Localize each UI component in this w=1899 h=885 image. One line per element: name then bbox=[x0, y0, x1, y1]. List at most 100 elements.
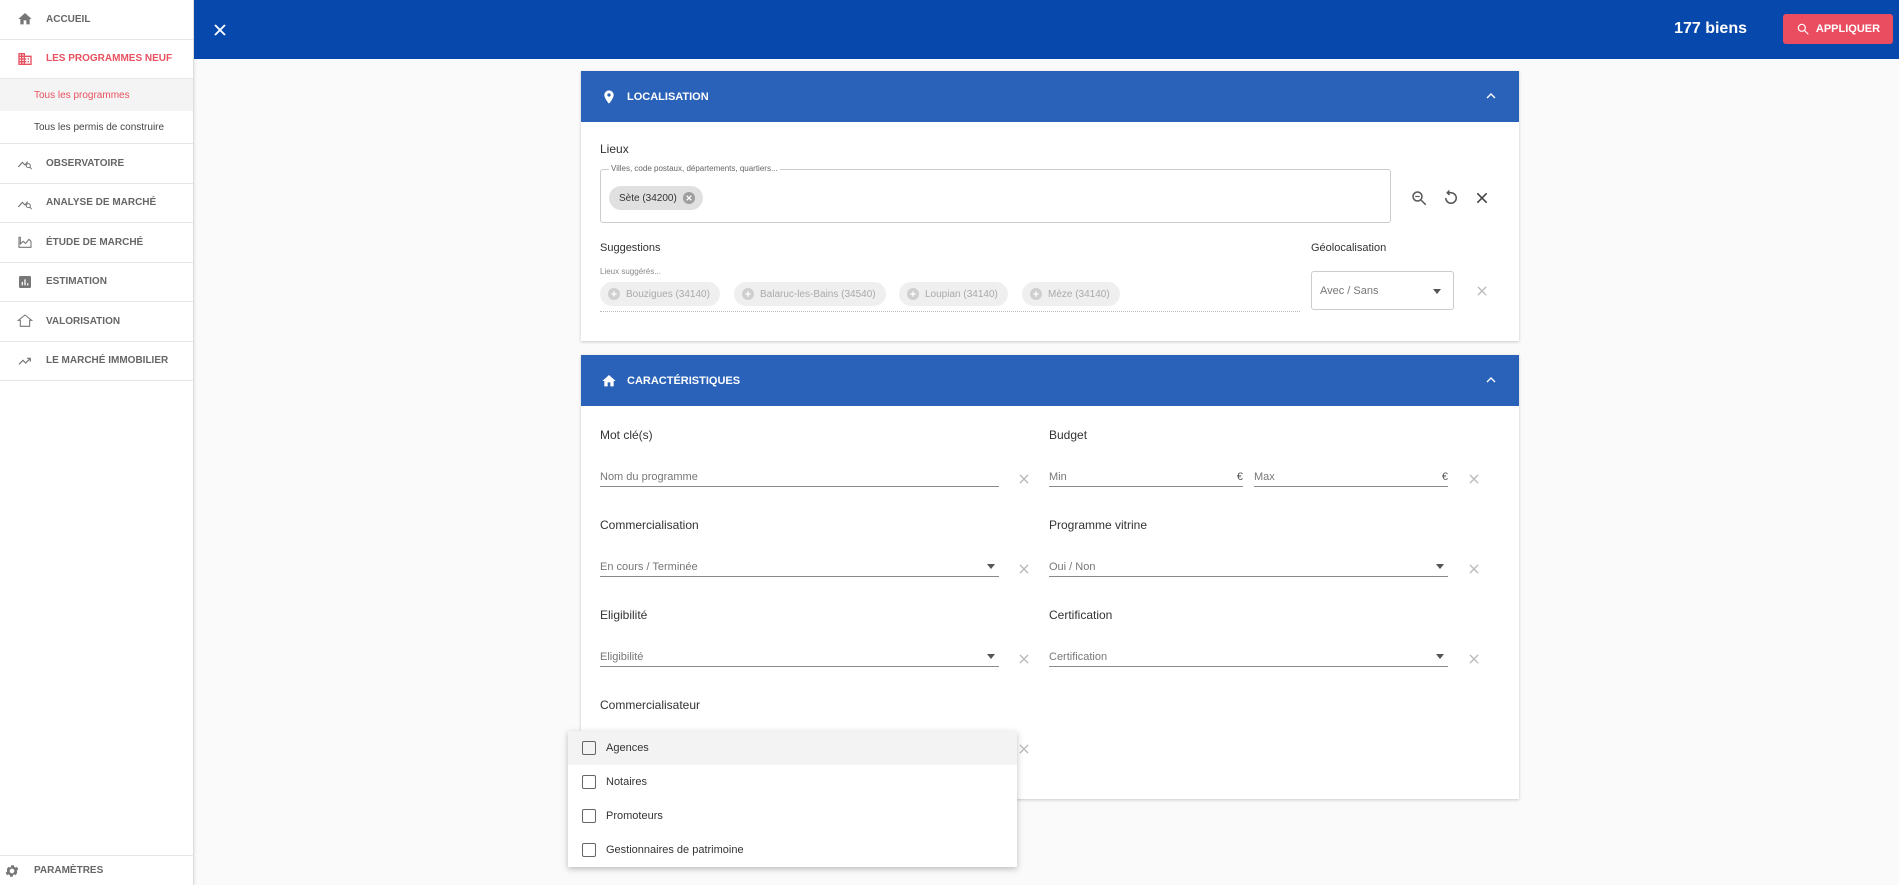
clear-location-icon[interactable] bbox=[1474, 190, 1490, 206]
localisation-title: LOCALISATION bbox=[627, 90, 709, 103]
suggestions-underline bbox=[600, 311, 1300, 312]
option-agences[interactable]: Agences bbox=[568, 731, 1017, 765]
commercialisateur-label: Commercialisateur bbox=[600, 698, 701, 712]
budget-min-placeholder: Min bbox=[1049, 471, 1067, 483]
sidebar-item-marche-immobilier[interactable]: LE MARCHÉ IMMOBILIER bbox=[0, 342, 193, 381]
vitrine-select[interactable]: Oui / Non bbox=[1049, 557, 1448, 577]
building-icon bbox=[16, 50, 34, 68]
sidebar-item-valorisation[interactable]: VALORISATION bbox=[0, 302, 193, 342]
certification-select[interactable]: Certification bbox=[1049, 647, 1448, 667]
chip-label: Mèze (34140) bbox=[1048, 288, 1110, 300]
suggestion-chip[interactable]: Bouzigues (34140) bbox=[600, 282, 720, 306]
chevron-up-icon[interactable] bbox=[1483, 88, 1499, 104]
home-icon bbox=[16, 10, 34, 28]
option-notaires[interactable]: Notaires bbox=[568, 765, 1017, 799]
localisation-header[interactable]: LOCALISATION bbox=[581, 71, 1519, 122]
selected-location-chip[interactable]: Sète (34200) bbox=[609, 186, 703, 210]
eligibilite-value: Eligibilité bbox=[600, 651, 644, 663]
search-refresh-icon bbox=[1796, 22, 1810, 36]
settings-label: PARAMÈTRES bbox=[34, 865, 104, 876]
sidebar-item-estimation[interactable]: ESTIMATION bbox=[0, 263, 193, 302]
dropdown-arrow-icon bbox=[987, 564, 995, 569]
lieux-input[interactable]: Villes, code postaux, départements, quar… bbox=[600, 164, 1391, 223]
checkbox[interactable] bbox=[582, 843, 596, 857]
bar-chart-icon bbox=[16, 273, 34, 291]
suggestion-chip[interactable]: Loupian (34140) bbox=[899, 282, 1008, 306]
apply-button[interactable]: APPLIQUER bbox=[1783, 14, 1893, 44]
area-chart-icon bbox=[16, 233, 34, 251]
option-promoteurs[interactable]: Promoteurs bbox=[568, 799, 1017, 833]
lieux-label: Lieux bbox=[600, 142, 629, 156]
reset-icon[interactable] bbox=[1442, 189, 1460, 207]
commercialisation-value: En cours / Terminée bbox=[600, 561, 698, 573]
option-label: Gestionnaires de patrimoine bbox=[606, 844, 744, 856]
sidebar: ACCUEIL LES PROGRAMMES NEUF Tous les pro… bbox=[0, 0, 194, 885]
sidebar-item-observatoire[interactable]: OBSERVATOIRE bbox=[0, 144, 193, 184]
budget-max-placeholder: Max bbox=[1254, 471, 1275, 483]
sidebar-item-accueil[interactable]: ACCUEIL bbox=[0, 0, 193, 40]
caracteristiques-header[interactable]: CARACTÉRISTIQUES bbox=[581, 355, 1519, 406]
eligibilite-label: Eligibilité bbox=[600, 608, 648, 622]
mot-cle-label: Mot clé(s) bbox=[600, 428, 653, 442]
location-pin-icon bbox=[601, 89, 617, 105]
mot-cle-input[interactable]: Nom du programme bbox=[600, 467, 999, 487]
commercialisateur-dropdown: Agences Notaires Promoteurs Gestionnaire… bbox=[568, 731, 1017, 867]
option-label: Notaires bbox=[606, 776, 647, 788]
clear-budget-icon[interactable] bbox=[1467, 472, 1481, 486]
plus-circle-icon bbox=[742, 288, 754, 300]
lieux-hint: Villes, code postaux, départements, quar… bbox=[609, 164, 780, 173]
close-icon[interactable] bbox=[210, 20, 230, 40]
clear-eligibilite-icon[interactable] bbox=[1017, 652, 1031, 666]
sidebar-item-programmes-neuf[interactable]: LES PROGRAMMES NEUF bbox=[0, 40, 193, 79]
sidebar-item-label: ANALYSE DE MARCHÉ bbox=[46, 197, 157, 209]
budget-max-input[interactable]: Max € bbox=[1254, 467, 1448, 487]
dropdown-arrow-icon bbox=[1436, 564, 1444, 569]
option-label: Promoteurs bbox=[606, 810, 663, 822]
chart-search-icon bbox=[16, 194, 34, 212]
sidebar-item-label: LES PROGRAMMES NEUF bbox=[46, 53, 173, 65]
chip-label: Bouzigues (34140) bbox=[626, 288, 710, 300]
suggestions-label: Suggestions bbox=[600, 242, 661, 254]
currency-label: € bbox=[1441, 471, 1448, 483]
dropdown-arrow-icon bbox=[987, 654, 995, 659]
clear-vitrine-icon[interactable] bbox=[1467, 562, 1481, 576]
sidebar-item-parametres[interactable]: PARAMÈTRES bbox=[0, 855, 194, 885]
commercialisation-label: Commercialisation bbox=[600, 518, 699, 532]
chip-remove-icon[interactable] bbox=[682, 192, 695, 204]
option-gestionnaires[interactable]: Gestionnaires de patrimoine bbox=[568, 833, 1017, 867]
chevron-up-icon[interactable] bbox=[1483, 372, 1499, 388]
mot-cle-placeholder: Nom du programme bbox=[600, 471, 698, 483]
clear-mot-cle-icon[interactable] bbox=[1017, 472, 1031, 486]
checkbox[interactable] bbox=[582, 809, 596, 823]
house-outline-icon bbox=[16, 312, 34, 330]
search-location-icon[interactable] bbox=[1410, 189, 1428, 207]
geolocalisation-select[interactable]: Avec / Sans bbox=[1311, 271, 1454, 310]
checkbox[interactable] bbox=[582, 741, 596, 755]
clear-geoloc-icon[interactable] bbox=[1475, 284, 1489, 298]
sidebar-subitem-permis-construire[interactable]: Tous les permis de construire bbox=[0, 111, 193, 143]
vitrine-label: Programme vitrine bbox=[1049, 518, 1148, 532]
commercialisation-select[interactable]: En cours / Terminée bbox=[600, 557, 999, 577]
geolocalisation-value: Avec / Sans bbox=[1320, 284, 1379, 297]
dropdown-arrow-icon bbox=[1433, 289, 1441, 294]
clear-certification-icon[interactable] bbox=[1467, 652, 1481, 666]
clear-commercialisateur-icon[interactable] bbox=[1017, 742, 1031, 756]
home-icon bbox=[601, 373, 617, 389]
sidebar-item-label: ÉTUDE DE MARCHÉ bbox=[46, 236, 144, 248]
sidebar-item-etude-marche[interactable]: ÉTUDE DE MARCHÉ bbox=[0, 223, 193, 263]
checkbox[interactable] bbox=[582, 775, 596, 789]
eligibilite-select[interactable]: Eligibilité bbox=[600, 647, 999, 667]
suggestion-chip[interactable]: Mèze (34140) bbox=[1022, 282, 1120, 306]
budget-min-input[interactable]: Min € bbox=[1049, 467, 1243, 487]
sidebar-subitem-tous-programmes[interactable]: Tous les programmes bbox=[0, 79, 193, 111]
option-label: Agences bbox=[606, 742, 649, 754]
geolocalisation-label: Géolocalisation bbox=[1311, 242, 1387, 254]
clear-commercialisation-icon[interactable] bbox=[1017, 562, 1031, 576]
sidebar-item-analyse-marche[interactable]: ANALYSE DE MARCHÉ bbox=[0, 184, 193, 223]
suggestion-chip[interactable]: Balaruc-les-Bains (34540) bbox=[734, 282, 886, 306]
apply-button-label: APPLIQUER bbox=[1815, 23, 1881, 35]
chip-label: Loupian (34140) bbox=[925, 288, 998, 300]
caracteristiques-title: CARACTÉRISTIQUES bbox=[627, 374, 741, 387]
chip-label: Balaruc-les-Bains (34540) bbox=[760, 288, 876, 300]
plus-circle-icon bbox=[1030, 288, 1042, 300]
